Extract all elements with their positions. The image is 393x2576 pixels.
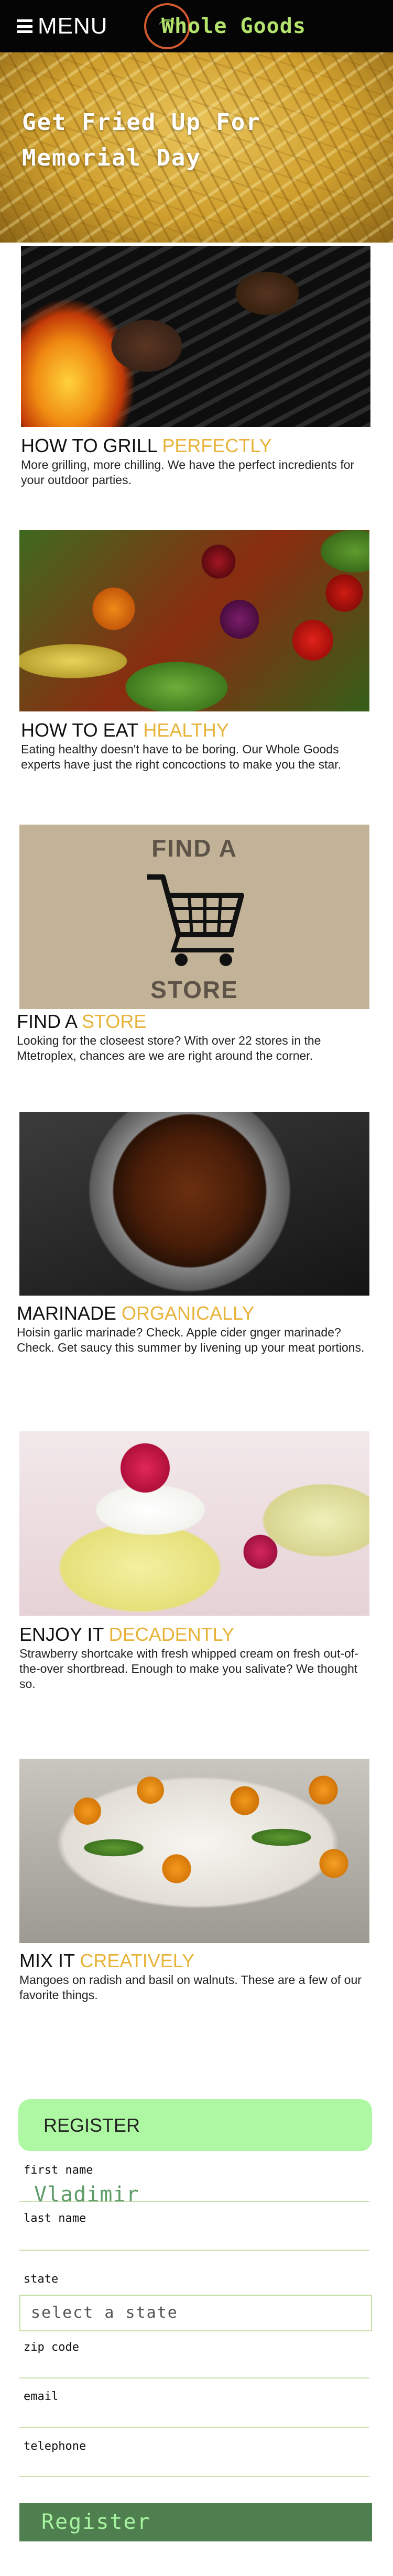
marinade-image[interactable] (19, 1112, 369, 1296)
hero-title: Get Fried Up For Memorial Day (22, 109, 261, 171)
feature-title-accent: CREATIVELY (80, 1950, 195, 1971)
feature-description: Hoisin garlic marinade? Check. Apple cid… (17, 1325, 365, 1354)
feature-title-main: MIX IT (19, 1950, 80, 1971)
feature-title-accent: HEALTHY (143, 719, 229, 741)
register-banner: REGISTER (18, 2099, 372, 2151)
first-name-value: Vladimir (34, 2183, 139, 2207)
email-label: email (24, 2390, 59, 2403)
menu-label: MENU (38, 13, 108, 39)
feature-title: FIND A STORE (17, 1011, 146, 1032)
last-name-label: last name (24, 2212, 86, 2225)
feature-title: HOW TO EAT HEALTHY (21, 720, 229, 741)
vegetables-image[interactable] (19, 530, 369, 711)
feature-description: More grilling, more chilling. We have th… (21, 458, 355, 487)
register-heading: REGISTER (43, 2114, 140, 2136)
feature-title-accent: DECADENTLY (108, 1624, 235, 1645)
feature-title-accent: ORGANICALLY (122, 1302, 255, 1324)
site-header: MENU Whole Goods (0, 0, 393, 52)
feature-title-main: ENJOY IT (19, 1624, 109, 1645)
state-placeholder: select a state (31, 2304, 178, 2322)
email-field[interactable] (19, 2412, 369, 2428)
image-text-top: FIND A (151, 835, 237, 862)
find-store-image[interactable]: FIND A STORE (19, 825, 369, 1009)
feature-title-accent: STORE (82, 1011, 147, 1032)
feature-title: ENJOY IT DECADENTLY (19, 1624, 234, 1645)
shopping-cart-icon (147, 874, 244, 966)
feature-title: HOW TO GRILL PERFECTLY (21, 435, 272, 456)
zip-code-label: zip code (24, 2341, 79, 2354)
mango-dish-image[interactable] (19, 1759, 369, 1943)
hamburger-icon (17, 19, 32, 33)
feature-description: Mangoes on radish and basil on walnuts. … (19, 1973, 362, 2002)
menu-button[interactable]: MENU (17, 12, 108, 41)
feature-title-main: HOW TO EAT (21, 719, 144, 741)
feature-title-accent: PERFECTLY (162, 435, 272, 456)
feature-title: MIX IT CREATIVELY (19, 1950, 194, 1971)
brand-name[interactable]: Whole Goods (161, 12, 306, 41)
telephone-label: telephone (24, 2440, 86, 2453)
grill-image[interactable] (21, 246, 370, 427)
shortcake-image[interactable] (19, 1431, 369, 1616)
feature-title-main: MARINADE (17, 1302, 122, 1324)
last-name-field[interactable] (19, 2235, 369, 2251)
feature-title-main: HOW TO GRILL (21, 435, 162, 456)
zip-code-field[interactable] (19, 2363, 369, 2378)
feature-title: MARINADE ORGANICALLY (17, 1303, 254, 1324)
image-text-bottom: STORE (150, 976, 238, 1003)
state-label: state (24, 2273, 59, 2286)
hero-banner: Get Fried Up For Memorial Day (0, 52, 393, 243)
feature-title-main: FIND A (17, 1011, 82, 1032)
state-select[interactable]: select a state (19, 2295, 372, 2331)
telephone-field[interactable] (19, 2461, 369, 2477)
first-name-label: first name (24, 2164, 93, 2177)
feature-description: Eating healthy doesn't have to be boring… (21, 742, 342, 771)
register-button[interactable]: Register (19, 2503, 372, 2541)
feature-description: Looking for the closeest store? With ove… (17, 1034, 321, 1062)
feature-description: Strawberry shortcake with fresh whipped … (19, 1647, 358, 1691)
